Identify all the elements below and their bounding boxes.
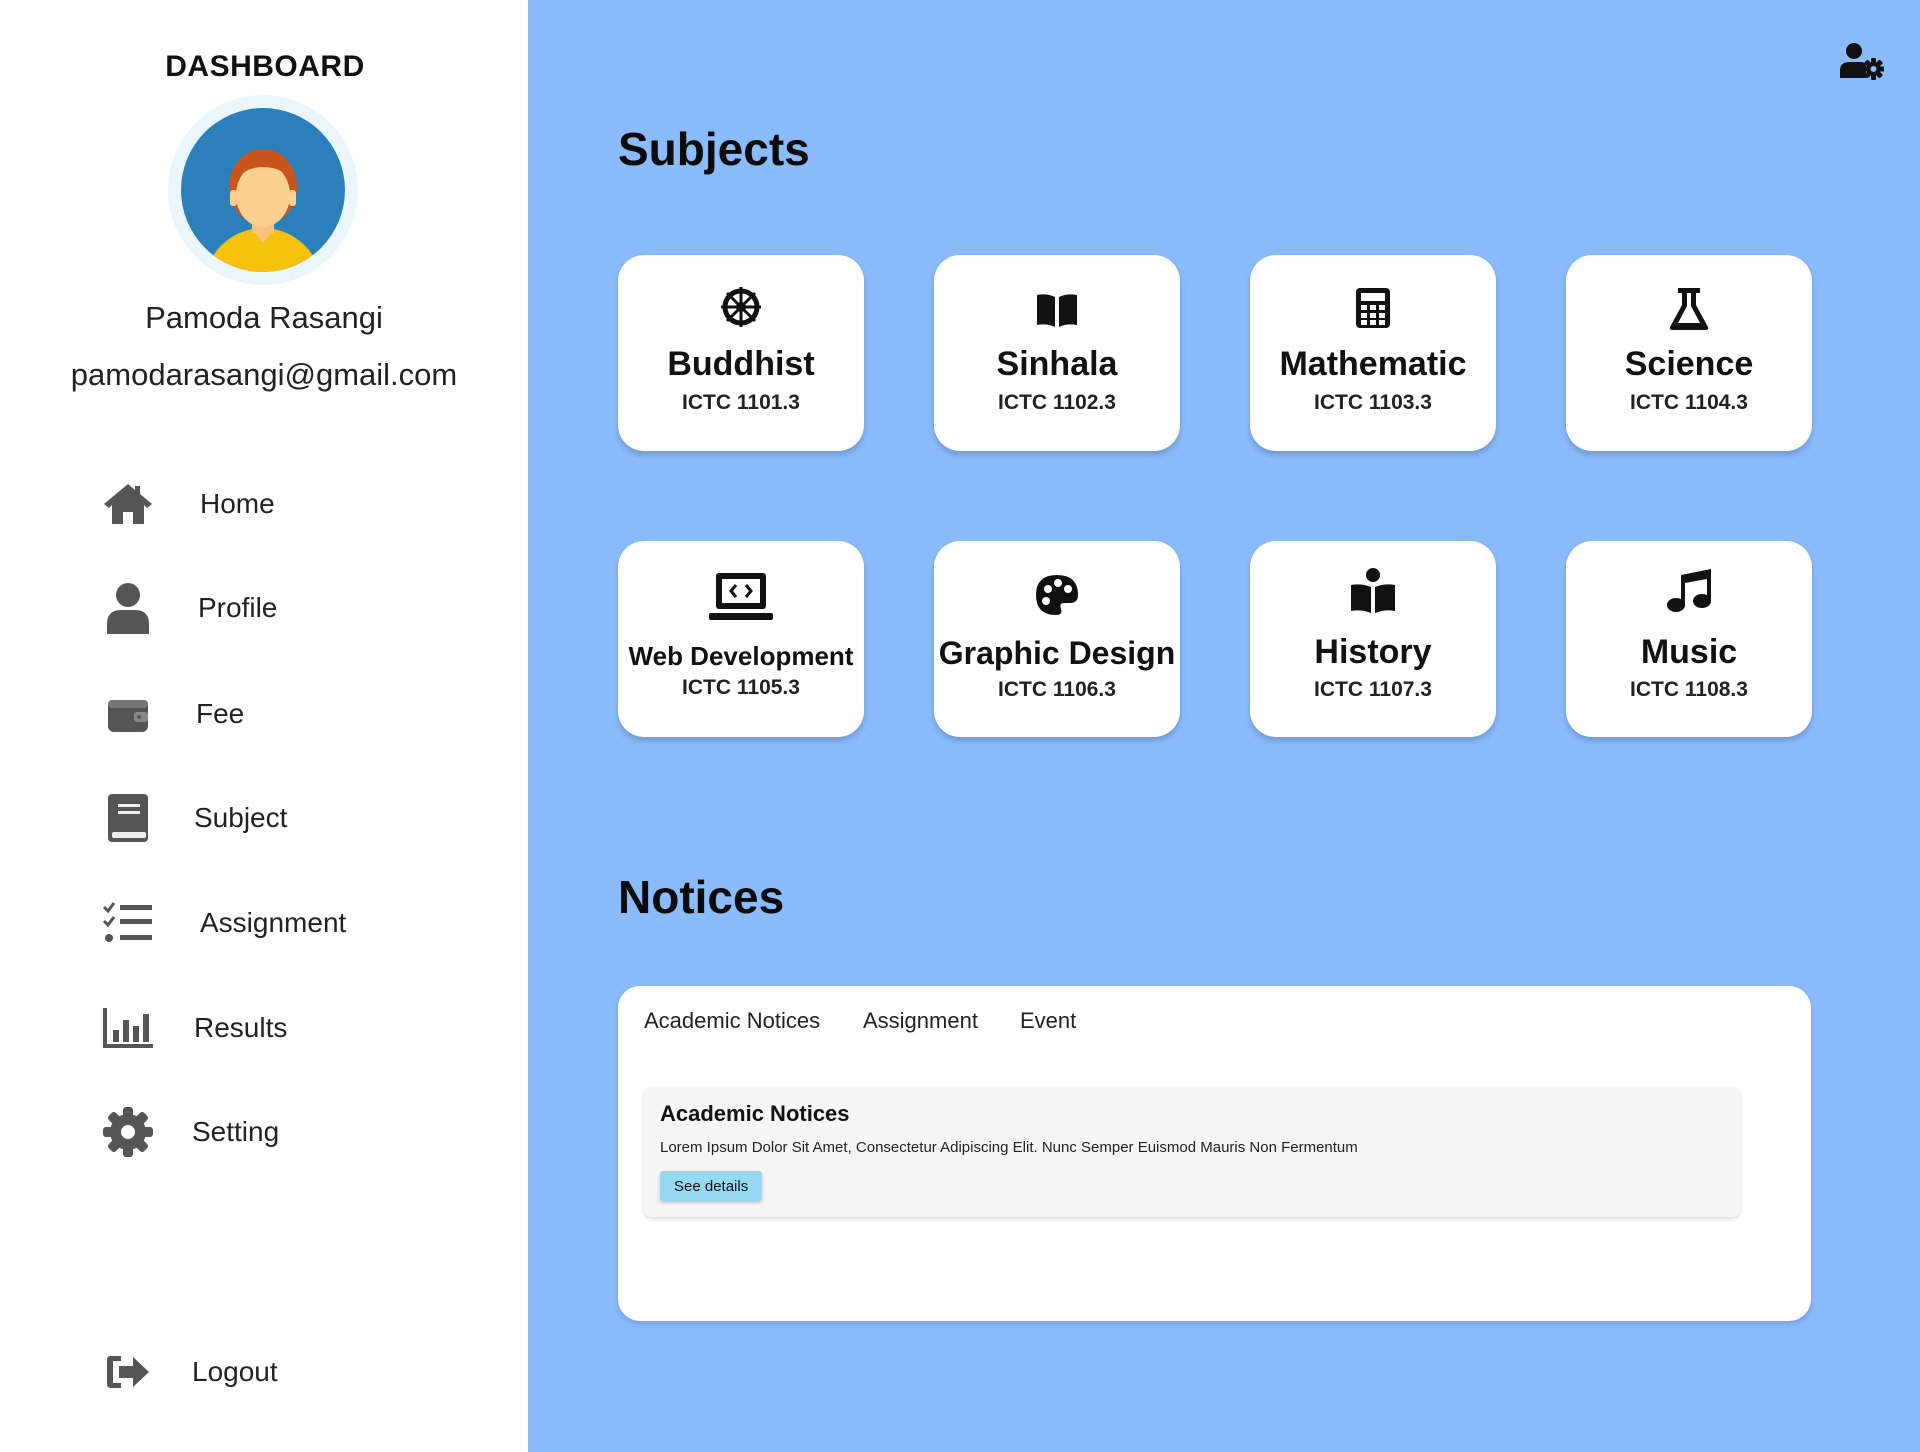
nav-label-profile: Profile bbox=[198, 592, 278, 623]
flask-icon bbox=[1566, 287, 1812, 331]
subject-card-graphic-design[interactable]: Graphic Design ICTC 1106.3 bbox=[934, 541, 1180, 737]
subject-name: Mathematic bbox=[1279, 345, 1467, 383]
wallet-icon bbox=[100, 686, 156, 742]
subject-code: ICTC 1101.3 bbox=[682, 391, 800, 414]
subject-code: ICTC 1102.3 bbox=[998, 391, 1116, 414]
notice-title: Academic Notices bbox=[660, 1101, 850, 1126]
notices-title: Notices bbox=[618, 871, 785, 923]
book-icon bbox=[100, 790, 156, 846]
home-icon bbox=[100, 476, 156, 532]
subject-card-history[interactable]: History ICTC 1107.3 bbox=[1250, 541, 1496, 737]
subject-name: Music bbox=[1640, 633, 1738, 671]
dashboard-title: DASHBOARD bbox=[165, 50, 365, 83]
music-note-icon bbox=[1566, 567, 1812, 613]
subject-card-science[interactable]: Science ICTC 1104.3 bbox=[1566, 255, 1812, 451]
nav-label-subject: Subject bbox=[194, 802, 288, 833]
subject-code: ICTC 1105.3 bbox=[682, 676, 800, 699]
notices-panel: Academic Notices Assignment Event Academ… bbox=[618, 986, 1811, 1321]
user-settings-icon[interactable] bbox=[1840, 42, 1885, 82]
subject-name: Web Development bbox=[628, 641, 854, 671]
laptop-code-icon bbox=[618, 571, 864, 621]
dharma-wheel-icon bbox=[618, 285, 864, 329]
main-content: Subjects Buddhist ICTC 1101.3 Sinhala IC… bbox=[528, 0, 1920, 1452]
subject-card-sinhala[interactable]: Sinhala ICTC 1102.3 bbox=[934, 255, 1180, 451]
subject-name: Science bbox=[1624, 345, 1754, 383]
user-email: pamodarasangi@gmail.com bbox=[70, 357, 458, 392]
nav-label-results: Results bbox=[194, 1012, 288, 1043]
user-name: Pamoda Rasangi bbox=[145, 300, 383, 335]
tab-academic-notices[interactable]: Academic Notices bbox=[644, 1008, 820, 1034]
subject-code: ICTC 1108.3 bbox=[1630, 678, 1748, 701]
tab-assignment[interactable]: Assignment bbox=[863, 1008, 978, 1034]
calculator-icon bbox=[1250, 287, 1496, 329]
nav-label-home: Home bbox=[200, 488, 275, 519]
subject-name: History bbox=[1314, 633, 1432, 671]
subject-name: Buddhist bbox=[667, 345, 815, 383]
logout-icon bbox=[100, 1344, 156, 1400]
logout-label: Logout bbox=[192, 1356, 278, 1387]
subject-card-buddhist[interactable]: Buddhist ICTC 1101.3 bbox=[618, 255, 864, 451]
nav-item-subject[interactable]: Subject bbox=[100, 786, 480, 850]
nav-label-assignment: Assignment bbox=[200, 907, 347, 938]
nav-label-setting: Setting bbox=[192, 1116, 280, 1147]
bar-chart-icon bbox=[100, 1000, 156, 1056]
book-reader-icon bbox=[1250, 567, 1496, 613]
logout-button[interactable]: Logout bbox=[100, 1340, 480, 1404]
nav-item-results[interactable]: Results bbox=[100, 996, 480, 1060]
subjects-title: Subjects bbox=[618, 123, 810, 175]
subject-name: Sinhala bbox=[996, 345, 1118, 383]
user-icon bbox=[100, 580, 156, 636]
notice-body: Lorem Ipsum Dolor Sit Amet, Consectetur … bbox=[660, 1139, 1358, 1156]
nav-item-profile[interactable]: Profile bbox=[100, 576, 480, 640]
sidebar: DASHBOARD Pamoda Rasangi pamodarasangi@g… bbox=[0, 0, 528, 1452]
subject-code: ICTC 1103.3 bbox=[1314, 391, 1432, 414]
subject-name: Graphic Design bbox=[938, 635, 1176, 671]
palette-icon bbox=[934, 573, 1180, 617]
avatar-image bbox=[181, 108, 345, 272]
subject-card-web-development[interactable]: Web Development ICTC 1105.3 bbox=[618, 541, 864, 737]
subject-code: ICTC 1107.3 bbox=[1314, 678, 1432, 701]
nav-item-home[interactable]: Home bbox=[100, 472, 480, 536]
tab-event[interactable]: Event bbox=[1020, 1008, 1076, 1034]
subject-code: ICTC 1104.3 bbox=[1630, 391, 1748, 414]
subject-code: ICTC 1106.3 bbox=[998, 678, 1116, 701]
subject-card-music[interactable]: Music ICTC 1108.3 bbox=[1566, 541, 1812, 737]
notice-card: Academic Notices Lorem Ipsum Dolor Sit A… bbox=[644, 1087, 1740, 1217]
see-details-button[interactable]: See details bbox=[660, 1171, 763, 1201]
nav-item-fee[interactable]: Fee bbox=[100, 682, 480, 746]
checklist-icon bbox=[100, 895, 156, 951]
subject-card-mathematic[interactable]: Mathematic ICTC 1103.3 bbox=[1250, 255, 1496, 451]
gear-icon bbox=[100, 1104, 156, 1160]
nav-item-setting[interactable]: Setting bbox=[100, 1100, 480, 1164]
nav-item-assignment[interactable]: Assignment bbox=[100, 891, 480, 955]
avatar bbox=[168, 95, 358, 285]
nav-label-fee: Fee bbox=[196, 698, 245, 729]
open-book-icon bbox=[934, 293, 1180, 327]
